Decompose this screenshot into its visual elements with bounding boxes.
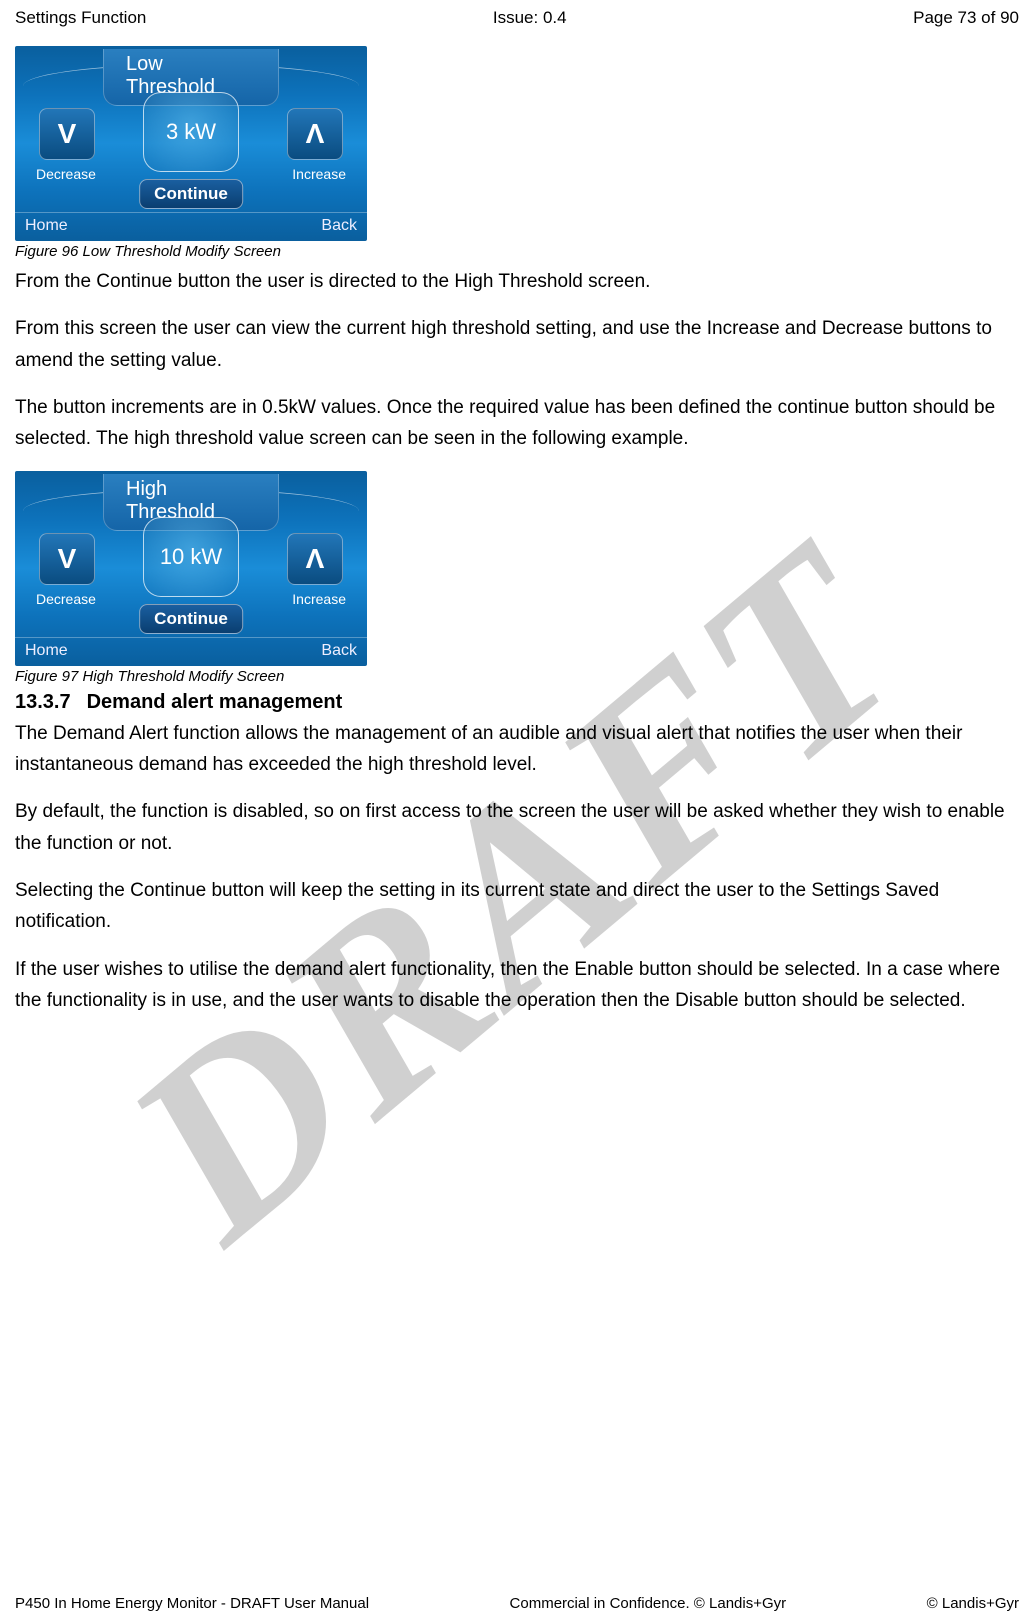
decrease-label: Decrease bbox=[36, 591, 96, 607]
header-right: Page 73 of 90 bbox=[913, 8, 1019, 28]
footer-left: P450 In Home Energy Monitor - DRAFT User… bbox=[15, 1595, 369, 1612]
threshold-value: 3 kW bbox=[143, 92, 239, 172]
section-title: Demand alert management bbox=[87, 691, 343, 713]
header-left: Settings Function bbox=[15, 8, 146, 28]
paragraph: Selecting the Continue button will keep … bbox=[15, 875, 1019, 938]
paragraph: The Demand Alert function allows the man… bbox=[15, 718, 1019, 781]
home-button[interactable]: Home bbox=[25, 642, 68, 660]
paragraph: If the user wishes to utilise the demand… bbox=[15, 954, 1019, 1017]
chevron-down-icon: V bbox=[58, 545, 77, 573]
paragraph: By default, the function is disabled, so… bbox=[15, 796, 1019, 859]
back-button[interactable]: Back bbox=[321, 217, 357, 235]
back-button[interactable]: Back bbox=[321, 642, 357, 660]
continue-button[interactable]: Continue bbox=[139, 179, 243, 209]
high-threshold-screen: High Threshold V Decrease 10 kW Λ Increa… bbox=[15, 471, 367, 666]
figure-caption-97: Figure 97 High Threshold Modify Screen bbox=[15, 668, 1019, 685]
figure-caption-96: Figure 96 Low Threshold Modify Screen bbox=[15, 243, 1019, 260]
threshold-value: 10 kW bbox=[143, 517, 239, 597]
home-button[interactable]: Home bbox=[25, 217, 68, 235]
increase-label: Increase bbox=[292, 591, 346, 607]
footer-right: © Landis+Gyr bbox=[927, 1595, 1019, 1612]
section-heading: 13.3.7 Demand alert management bbox=[15, 691, 1019, 714]
paragraph: The button increments are in 0.5kW value… bbox=[15, 392, 1019, 455]
decrease-button[interactable]: V bbox=[39, 533, 95, 585]
continue-button[interactable]: Continue bbox=[139, 604, 243, 634]
footer-center: Commercial in Confidence. © Landis+Gyr bbox=[510, 1595, 787, 1612]
paragraph: From this screen the user can view the c… bbox=[15, 313, 1019, 376]
page-header: Settings Function Issue: 0.4 Page 73 of … bbox=[15, 8, 1019, 28]
low-threshold-screen: Low Threshold V Decrease 3 kW Λ Increase… bbox=[15, 46, 367, 241]
increase-button[interactable]: Λ bbox=[287, 533, 343, 585]
paragraph: From the Continue button the user is dir… bbox=[15, 266, 1019, 297]
header-center: Issue: 0.4 bbox=[493, 8, 567, 28]
increase-label: Increase bbox=[292, 166, 346, 182]
increase-button[interactable]: Λ bbox=[287, 108, 343, 160]
chevron-up-icon: Λ bbox=[306, 545, 325, 573]
section-number: 13.3.7 bbox=[15, 691, 71, 713]
chevron-up-icon: Λ bbox=[306, 120, 325, 148]
chevron-down-icon: V bbox=[58, 120, 77, 148]
decrease-button[interactable]: V bbox=[39, 108, 95, 160]
page-footer: P450 In Home Energy Monitor - DRAFT User… bbox=[0, 1595, 1034, 1612]
decrease-label: Decrease bbox=[36, 166, 96, 182]
